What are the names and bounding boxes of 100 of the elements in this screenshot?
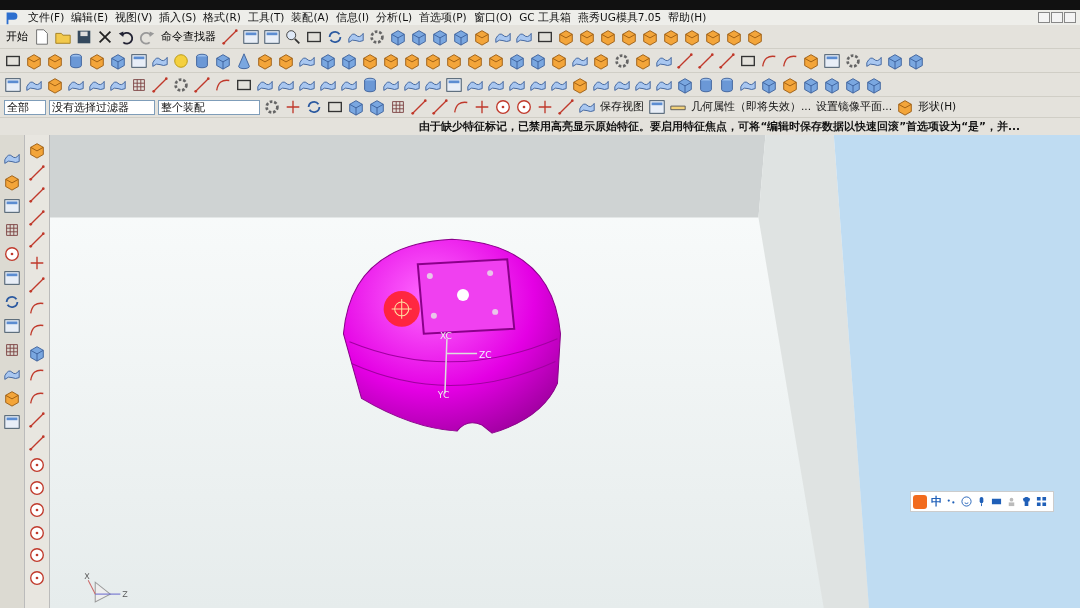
menu-item[interactable]: GC 工具箱 [519,10,571,25]
document-icon[interactable] [33,27,51,46]
assembly-scope-dropdown[interactable]: 整个装配 [158,99,260,115]
cone-icon[interactable] [235,51,253,70]
solid-icon[interactable] [781,75,799,94]
window-icon[interactable] [3,269,21,287]
solid-icon[interactable] [896,98,915,116]
menu-item[interactable]: 视图(V) [115,10,153,25]
cube-icon[interactable] [529,51,547,70]
solid-icon[interactable] [550,51,568,70]
solid-icon[interactable] [277,51,295,70]
circle-icon[interactable] [515,98,533,116]
menu-item[interactable]: 格式(R) [203,10,241,25]
menu-item[interactable]: 工具(T) [247,10,285,25]
cylinder-icon[interactable] [193,51,211,70]
line-icon[interactable] [28,163,46,182]
window-icon[interactable] [648,98,666,116]
menu-item[interactable]: 帮助(H) [668,10,707,25]
solid-icon[interactable] [592,51,610,70]
line-icon[interactable] [718,51,736,70]
window-icon[interactable] [3,413,21,431]
grid-icon[interactable] [389,98,407,116]
circle-icon[interactable] [28,478,46,497]
solid-icon[interactable] [46,51,64,70]
cube-icon[interactable] [844,75,862,94]
grid-icon[interactable] [3,341,21,359]
cube-icon[interactable] [760,75,778,94]
cylinder-icon[interactable] [361,75,379,94]
menu-item[interactable]: 文件(F) [28,10,65,25]
line-icon[interactable] [28,433,46,452]
shape-menu[interactable]: 形状(H) [917,100,958,114]
line-icon[interactable] [193,75,211,94]
solid-icon[interactable] [578,27,596,46]
type-filter-dropdown[interactable]: 没有选择过滤器 [49,99,155,115]
solid-icon[interactable] [28,141,46,159]
cylinder-icon[interactable] [67,51,85,70]
menu-item[interactable]: 燕秀UG模具7.05 [577,10,662,25]
line-icon[interactable] [151,75,169,94]
window-icon[interactable] [3,317,21,335]
line-icon[interactable] [28,231,46,249]
solid-icon[interactable] [361,51,379,70]
line-icon[interactable] [431,98,449,116]
menu-item[interactable]: 首选项(P) [419,10,467,25]
dotted-circle-icon[interactable] [263,98,281,116]
command-finder-button[interactable]: 命令查找器 [159,29,218,44]
crosshair-icon[interactable] [473,98,491,116]
cube-icon[interactable] [452,27,470,46]
circle-icon[interactable] [3,245,21,263]
cube-icon[interactable] [410,27,428,46]
cylinder-icon[interactable] [718,75,736,94]
filter-scope-dropdown[interactable]: 全部 [4,99,46,115]
solid-icon[interactable] [725,27,743,46]
grid-icon[interactable] [1036,496,1047,507]
solid-icon[interactable] [620,27,638,46]
solid-icon[interactable] [382,51,400,70]
cube-icon[interactable] [368,98,386,116]
cube-icon[interactable] [109,51,127,70]
mirror-plane-button[interactable]: 设置镜像平面... [815,100,894,114]
keyboard-icon[interactable] [991,496,1002,507]
solid-icon[interactable] [641,27,659,46]
solid-icon[interactable] [424,51,442,70]
solid-icon[interactable] [634,51,652,70]
solid-icon[interactable] [445,51,463,70]
cube-icon[interactable] [676,75,694,94]
solid-icon[interactable] [802,51,820,70]
shirt-icon[interactable] [1021,496,1032,507]
line-icon[interactable] [28,276,46,294]
solid-icon[interactable] [46,75,64,94]
cylinder-icon[interactable] [697,75,715,94]
menu-item[interactable]: 插入(S) [159,10,197,25]
input-method-logo-icon[interactable] [913,494,927,509]
cube-icon[interactable] [802,75,820,94]
circle-icon[interactable] [28,456,46,474]
window-icon[interactable] [823,51,841,70]
solid-icon[interactable] [683,27,701,46]
line-icon[interactable] [697,51,715,70]
window-icon[interactable] [263,27,281,46]
solid-icon[interactable] [403,51,421,70]
crosshair-icon[interactable] [536,98,554,116]
cube-icon[interactable] [319,51,337,70]
cube-icon[interactable] [886,51,904,70]
close-button[interactable] [1064,12,1076,23]
dotted-circle-icon[interactable] [844,51,862,70]
cube-icon[interactable] [865,75,883,94]
menu-item[interactable]: 窗口(O) [473,10,513,25]
grid-icon[interactable] [3,221,21,239]
cube-icon[interactable] [389,27,407,46]
line-icon[interactable] [28,208,46,227]
solid-icon[interactable] [256,51,274,70]
circle-icon[interactable] [28,568,46,587]
rotate-icon[interactable] [305,98,323,116]
circle-icon[interactable] [28,523,46,542]
circle-icon[interactable] [494,98,512,116]
window-icon[interactable] [3,197,21,215]
geometry-properties-button[interactable]: 几何属性（即将失效）... [690,100,812,114]
solid-icon[interactable] [473,27,491,46]
menu-item[interactable]: 装配(A) [291,10,329,25]
cube-icon[interactable] [508,51,526,70]
dotted-circle-icon[interactable] [172,75,190,94]
solid-icon[interactable] [599,27,617,46]
